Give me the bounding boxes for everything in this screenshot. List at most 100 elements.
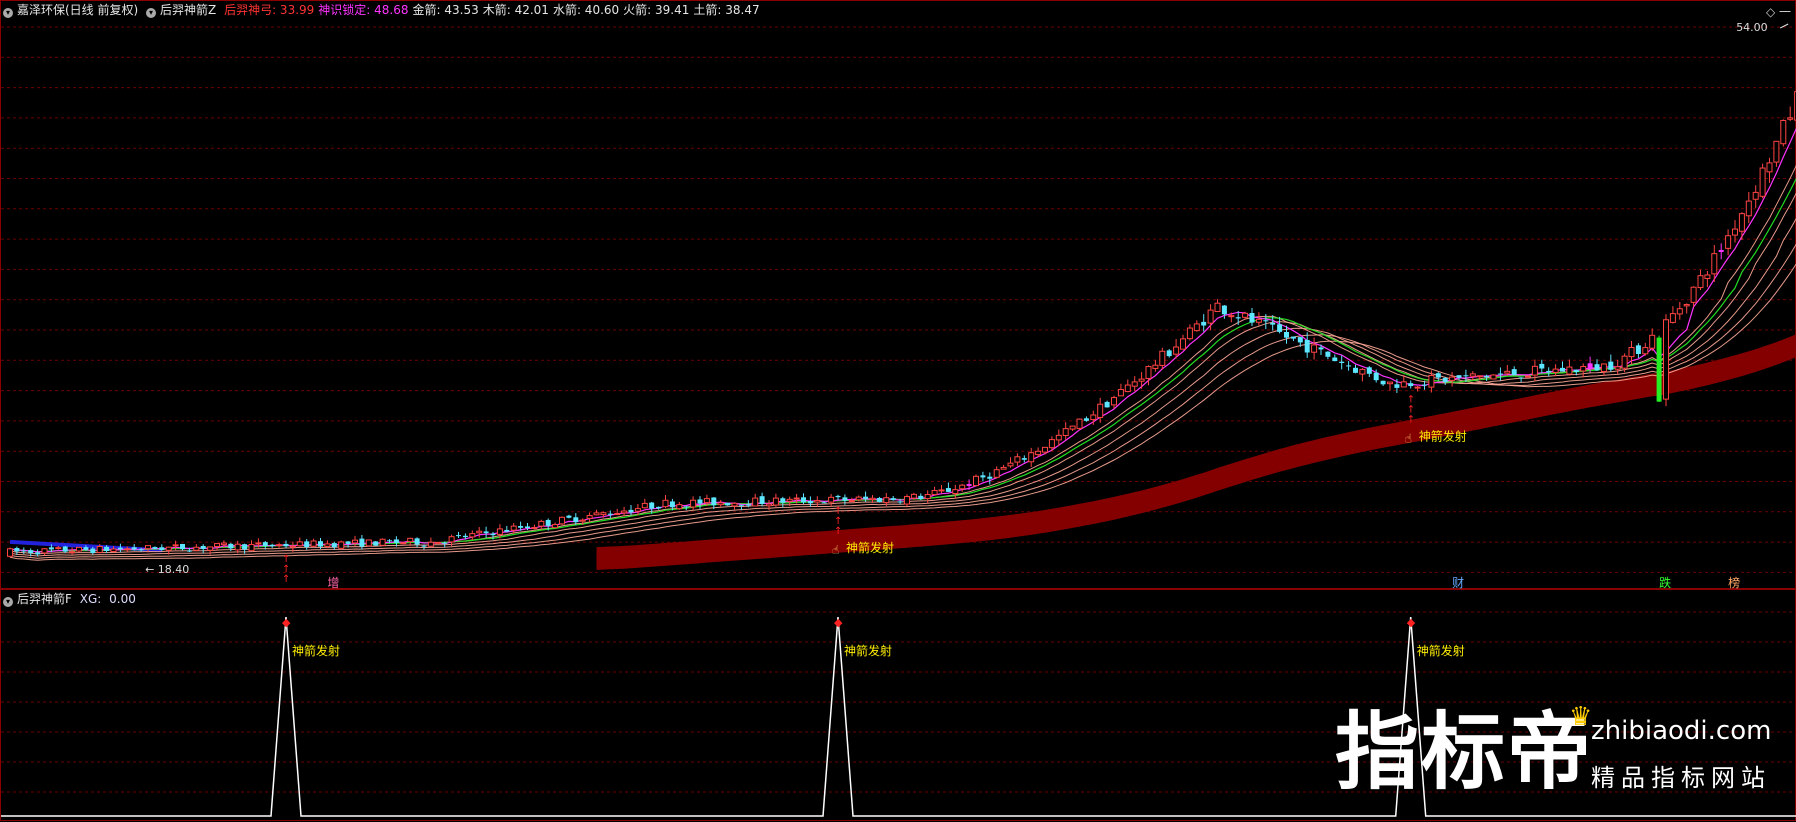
- candle-body: [815, 501, 820, 503]
- candle-body: [339, 542, 344, 548]
- candle-body: [1719, 250, 1724, 252]
- candle-body: [1319, 347, 1324, 349]
- candle-body: [1043, 447, 1048, 452]
- candle-body: [1726, 236, 1731, 249]
- peak-arrow-icon: ◆: [282, 616, 291, 629]
- candle-body: [822, 502, 827, 503]
- candle-body: [939, 490, 944, 491]
- candle-body: [1084, 418, 1089, 421]
- candle-body: [1139, 379, 1144, 381]
- candle-body: [794, 498, 799, 499]
- candle-body: [42, 549, 47, 553]
- candle-body: [270, 545, 275, 546]
- indicator-value: 木箭: 42.01: [483, 3, 549, 17]
- candle-body: [187, 551, 192, 552]
- indicator-values: 后羿神弓: 33.99神识锁定: 48.68金箭: 43.53木箭: 42.01…: [224, 3, 764, 17]
- candle-body: [677, 505, 682, 509]
- candle-body: [932, 491, 937, 495]
- fan-ma-line: [10, 164, 1796, 552]
- candle-body: [180, 544, 185, 549]
- candle-body: [905, 497, 910, 504]
- candle-body: [380, 539, 385, 545]
- candle-body: [987, 477, 992, 479]
- candle-body: [849, 501, 854, 502]
- candle-body: [263, 542, 268, 546]
- candle-body: [1360, 369, 1365, 374]
- candle-body: [698, 499, 703, 503]
- candle-body: [1374, 373, 1379, 380]
- peak-arrow-icon: ◆: [834, 616, 843, 629]
- candle-body: [546, 520, 551, 526]
- candle-body: [63, 547, 68, 552]
- candle-body: [422, 546, 427, 547]
- candle-body: [842, 497, 847, 500]
- candle-body: [1256, 319, 1261, 322]
- candle-body: [1629, 348, 1634, 357]
- candle-body: [1367, 367, 1372, 373]
- candle-body: [1160, 351, 1165, 365]
- collapse-icon[interactable]: ▾: [3, 8, 13, 18]
- indicator-toggle-icon[interactable]: ▾: [146, 8, 156, 18]
- candle-body: [1015, 457, 1020, 462]
- candle-body: [332, 543, 337, 547]
- candle-body: [525, 526, 530, 528]
- candle-body: [1098, 404, 1103, 417]
- candle-body: [532, 528, 537, 529]
- candle-body: [1277, 324, 1282, 332]
- candle-body: [601, 513, 606, 515]
- candle-body: [1194, 324, 1199, 331]
- candle-body: [1746, 201, 1751, 216]
- candle-body: [780, 498, 785, 502]
- indicator-value: 神识锁定: 48.68: [318, 3, 408, 17]
- candle-body: [767, 504, 772, 506]
- candle-body: [90, 549, 95, 553]
- candle-body: [1436, 373, 1441, 377]
- collapse-icon[interactable]: ▾: [3, 597, 13, 607]
- indicator-value: 水箭: 40.60: [553, 3, 619, 17]
- candle-body: [1132, 382, 1137, 386]
- candle-body: [1408, 383, 1413, 386]
- signal-arrow-icon: ↑: [282, 574, 290, 585]
- candle-body: [898, 501, 903, 502]
- candle-body: [1505, 371, 1510, 373]
- candle-body: [1112, 398, 1117, 405]
- watermark-logo: 指标帝 ♛ zhibiaodi.com 精品指标网站: [1335, 700, 1795, 810]
- candle-body: [863, 497, 868, 499]
- candle-body: [773, 498, 778, 505]
- candle-body: [608, 514, 613, 515]
- candle-body: [1070, 426, 1075, 429]
- candle-body: [146, 546, 151, 549]
- candle-body: [8, 549, 13, 557]
- candle-body: [891, 498, 896, 500]
- candle-body: [1753, 192, 1758, 199]
- candle-body: [1415, 387, 1420, 388]
- candle-body: [711, 497, 716, 505]
- signal-label: 神箭发射: [846, 540, 894, 555]
- candle-body: [1429, 376, 1434, 388]
- candle-body: [166, 547, 171, 550]
- candle-body: [104, 547, 109, 551]
- candle-body: [346, 541, 351, 544]
- candle-body: [235, 544, 240, 550]
- candle-body: [635, 509, 640, 512]
- candle-body: [435, 542, 440, 543]
- candle-body: [994, 470, 999, 478]
- candle-body: [684, 506, 689, 507]
- candle-body: [580, 520, 585, 521]
- candle-body: [1153, 365, 1158, 368]
- hand-pointer-icon: ☝: [1405, 432, 1412, 446]
- candle-body: [1588, 363, 1593, 369]
- main-chart-panel[interactable]: ▾嘉泽环保(日线 前复权) ▾后羿神箭Z 后羿神弓: 33.99神识锁定: 48…: [0, 0, 1796, 589]
- candle-body: [1698, 276, 1703, 288]
- candle-body: [1229, 316, 1234, 317]
- candle-body: [304, 541, 309, 547]
- candle-body: [1181, 339, 1186, 349]
- event-marker: 增: [327, 576, 339, 590]
- candle-body: [1091, 415, 1096, 420]
- candle-body: [56, 548, 61, 549]
- candle-body: [836, 496, 841, 497]
- candle-body: [1381, 381, 1386, 385]
- candle-body: [1187, 328, 1192, 339]
- candle-body: [718, 503, 723, 505]
- candle-body: [1077, 419, 1082, 428]
